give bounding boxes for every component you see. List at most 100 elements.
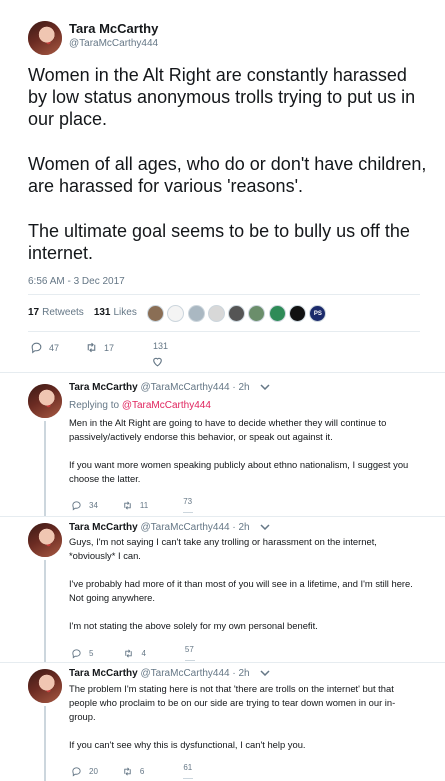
like-count: 61 [183, 763, 193, 772]
avatar[interactable] [28, 21, 62, 55]
tweet-paragraph: Women in the Alt Right are constantly ha… [28, 65, 416, 129]
reply-button[interactable]: 47 [30, 341, 59, 354]
author-handle[interactable]: @TaraMcCarthy444 [69, 38, 158, 49]
like-count: 131 [153, 341, 169, 351]
reply-icon [72, 500, 81, 511]
author-handle[interactable]: @TaraMcCarthy444 [141, 382, 230, 393]
tweet-paragraph: The ultimate goal seems to be to bully u… [28, 221, 410, 263]
tweet-paragraph: If you want more women speaking publicly… [69, 459, 409, 484]
chevron-down-icon[interactable] [260, 524, 270, 531]
liker-avatar[interactable] [187, 305, 205, 322]
retweet-icon [87, 342, 96, 353]
tweet-paragraph: Men in the Alt Right are going to have t… [69, 417, 387, 442]
liker-avatar[interactable] [289, 305, 307, 322]
thread-line [44, 706, 46, 781]
main-tweet: Tara McCarthy @TaraMcCarthy444 Women in … [0, 0, 445, 372]
reply-count: 34 [89, 500, 98, 510]
retweet-icon [125, 649, 133, 657]
like-button[interactable]: 73 [183, 497, 194, 513]
retweet-icon [124, 767, 131, 775]
avatar[interactable] [28, 669, 62, 703]
liker-avatar[interactable] [248, 305, 266, 322]
reply-header: Tara McCarthy @TaraMcCarthy444 · 2h [69, 668, 270, 679]
reply-header: Tara McCarthy @TaraMcCarthy444 · 2h [69, 382, 270, 393]
liker-avatar[interactable] [268, 305, 286, 322]
tweet-paragraph: If you can't see why this is dysfunction… [69, 739, 306, 750]
chevron-down-icon[interactable] [260, 670, 270, 677]
reply-icon [72, 648, 81, 659]
reply-count: 47 [49, 342, 60, 353]
author-name[interactable]: Tara McCarthy [69, 21, 158, 36]
reply-tweet[interactable]: Tara McCarthy @TaraMcCarthy444 · 2h Guys… [0, 516, 445, 663]
author-name[interactable]: Tara McCarthy [69, 522, 138, 533]
retweet-button[interactable]: 17 [85, 341, 114, 354]
liker-avatar[interactable] [228, 305, 246, 322]
reply-header: Tara McCarthy @TaraMcCarthy444 · 2h [69, 522, 270, 533]
retweet-count: 11 [139, 500, 149, 510]
reply-icon [31, 342, 42, 354]
reply-count: 20 [89, 766, 98, 776]
likes-count[interactable]: 131 [94, 307, 111, 318]
tweet-paragraph: I've probably had more of it than most o… [69, 578, 413, 603]
replying-to: Replying to @TaraMcCarthy444 [69, 400, 211, 411]
retweet-icon [124, 501, 131, 509]
engagement-stats: 17 Retweets 131 Likes [28, 307, 137, 318]
replying-to-link[interactable]: @TaraMcCarthy444 [122, 400, 211, 411]
replying-prefix: Replying to [69, 400, 120, 411]
reply-icon [72, 766, 81, 777]
liker-avatar[interactable]: PS [309, 305, 327, 322]
tweet-text: The problem I'm stating here is not that… [69, 682, 419, 752]
chevron-down-icon[interactable] [260, 384, 270, 391]
like-icon [183, 512, 194, 513]
author-handle[interactable]: @TaraMcCarthy444 [141, 522, 230, 533]
like-button[interactable]: 61 [183, 763, 194, 779]
tweet-actions: 34 11 73 [71, 497, 194, 513]
reply-count: 5 [89, 648, 94, 658]
retweet-button[interactable]: 6 [122, 766, 144, 777]
liker-avatar[interactable] [207, 305, 225, 322]
like-count: 57 [184, 645, 194, 654]
like-button[interactable]: 57 [184, 645, 195, 661]
avatar[interactable] [28, 384, 62, 418]
reply-tweet[interactable]: Tara McCarthy @TaraMcCarthy444 · 2h The … [0, 662, 445, 781]
likes-label[interactable]: Likes [114, 307, 137, 318]
tweet-paragraph: The problem I'm stating here is not that… [69, 683, 396, 722]
reply-button[interactable]: 20 [71, 766, 98, 777]
author-name[interactable]: Tara McCarthy [69, 668, 138, 679]
retweet-count: 6 [139, 766, 145, 776]
like-button[interactable]: 131 [153, 341, 168, 368]
tweet-time[interactable]: · 2h [232, 668, 249, 679]
like-icon [183, 778, 194, 779]
tweet-paragraph: I'm not stating the above solely for my … [69, 620, 318, 631]
tweet-timestamp[interactable]: 6:56 AM - 3 Dec 2017 [28, 276, 125, 287]
divider [28, 294, 420, 295]
liker-avatar[interactable] [167, 305, 185, 322]
retweet-button[interactable]: 4 [123, 648, 146, 659]
liker-avatars: PS [147, 305, 330, 322]
reply-button[interactable]: 5 [71, 648, 93, 659]
like-icon [153, 357, 162, 367]
thread-line [44, 560, 46, 663]
retweets-label[interactable]: Retweets [42, 307, 84, 318]
retweet-count: 4 [141, 648, 146, 658]
avatar[interactable] [28, 523, 62, 557]
tweet-time[interactable]: · 2h [232, 382, 249, 393]
tweet-actions: 47 17 131 [30, 341, 168, 368]
retweets-count[interactable]: 17 [28, 307, 39, 318]
reply-tweet[interactable]: Tara McCarthy @TaraMcCarthy444 · 2h Repl… [0, 372, 445, 517]
author-name[interactable]: Tara McCarthy [69, 382, 138, 393]
thread-line [44, 421, 46, 517]
retweet-button[interactable]: 11 [122, 500, 148, 511]
tweet-actions: 5 4 57 [71, 645, 195, 661]
tweet-text: Guys, I'm not saying I can't take any tr… [69, 535, 419, 633]
tweet-paragraph: Women of all ages, who do or don't have … [28, 154, 427, 196]
tweet-actions: 20 6 61 [71, 763, 194, 779]
author-handle[interactable]: @TaraMcCarthy444 [141, 668, 230, 679]
tweet-time[interactable]: · 2h [232, 522, 249, 533]
tweet-text: Men in the Alt Right are going to have t… [69, 416, 419, 486]
like-count: 73 [183, 497, 193, 506]
like-icon [184, 660, 195, 661]
liker-avatar[interactable] [147, 305, 164, 322]
divider [28, 331, 420, 332]
reply-button[interactable]: 34 [71, 500, 98, 511]
